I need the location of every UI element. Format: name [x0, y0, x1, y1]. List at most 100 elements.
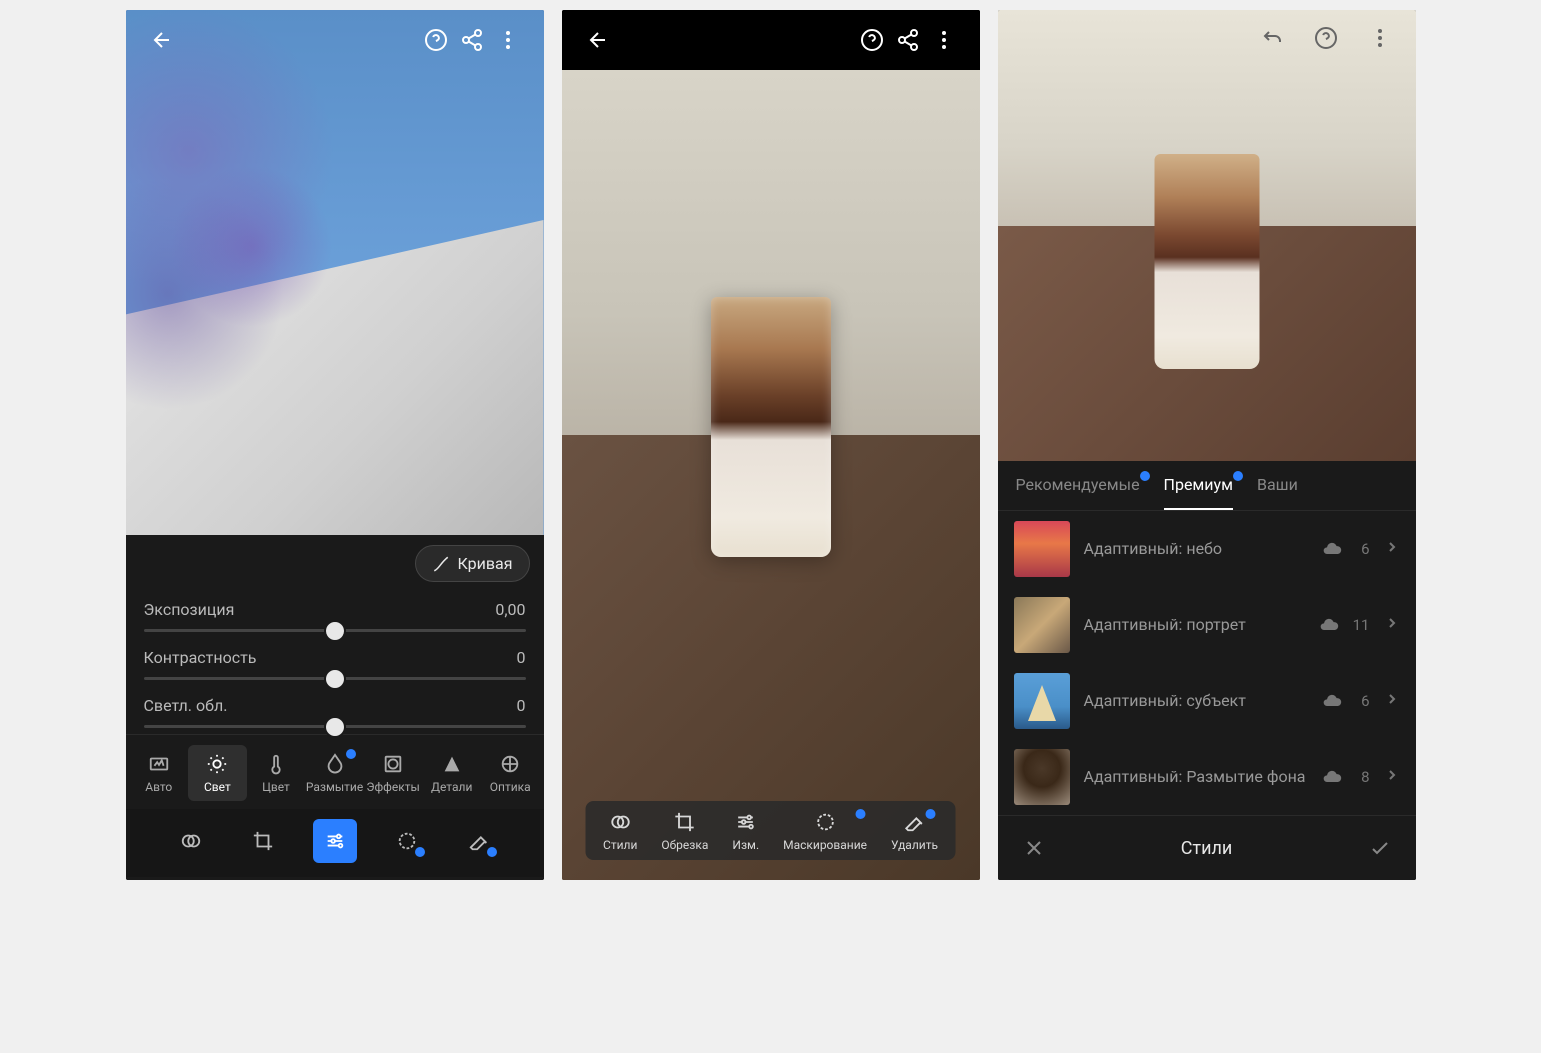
auto-icon — [148, 753, 170, 775]
panel-title: Стили — [1052, 838, 1362, 859]
lens-icon — [499, 753, 521, 775]
thermometer-icon — [265, 753, 287, 775]
triangle-icon — [441, 753, 463, 775]
close-button[interactable] — [1016, 830, 1052, 866]
preset-count: 11 — [1353, 616, 1370, 634]
circles-icon — [609, 811, 631, 833]
bottom-nav — [126, 809, 544, 877]
drop-icon — [324, 753, 346, 775]
slider-label: Контрастность — [144, 648, 257, 667]
tool-light[interactable]: Свет — [188, 745, 247, 801]
back-button[interactable] — [144, 22, 180, 58]
slider-contrast[interactable]: Контрастность 0 — [126, 638, 544, 686]
slider-exposure[interactable]: Экспозиция 0,00 — [126, 590, 544, 638]
presets-button[interactable] — [169, 819, 213, 863]
preset-thumbnail — [1014, 749, 1070, 805]
premium-badge — [346, 749, 356, 759]
preset-group-blur[interactable]: Адаптивный: Размытие фона 8 — [998, 739, 1416, 815]
preset-count: 6 — [1356, 540, 1370, 558]
tool-auto[interactable]: Авто — [130, 745, 189, 801]
tab-premium[interactable]: Премиум — [1164, 475, 1233, 510]
preset-label: Адаптивный: небо — [1084, 539, 1308, 560]
sliders-icon — [324, 830, 346, 852]
eraser-icon — [468, 830, 490, 852]
vignette-icon — [382, 753, 404, 775]
premium-badge — [415, 847, 425, 857]
share-icon[interactable] — [454, 22, 490, 58]
curves-label: Кривая — [458, 554, 513, 573]
undo-button[interactable] — [1254, 20, 1290, 56]
chevron-right-icon — [1384, 615, 1400, 635]
crop-icon — [674, 811, 696, 833]
help-icon[interactable] — [418, 22, 454, 58]
tab-recommended[interactable]: Рекомендуемые — [1016, 475, 1140, 510]
crop-button[interactable] — [241, 819, 285, 863]
tool-category-row: Авто Свет Цвет Размытие Эффекты Дета — [126, 734, 544, 809]
eraser-icon — [903, 811, 925, 833]
adjust-button[interactable] — [313, 819, 357, 863]
preset-thumbnail — [1014, 673, 1070, 729]
tool-adjust[interactable]: Изм. — [732, 811, 759, 852]
premium-badge — [487, 847, 497, 857]
presets-panel: Рекомендуемые Премиум Ваши Адаптивный: н… — [998, 461, 1416, 880]
preset-group-portrait[interactable]: Адаптивный: портрет 11 — [998, 587, 1416, 663]
more-icon[interactable] — [490, 22, 526, 58]
edit-controls: Кривая Экспозиция 0,00 Контрастность 0 С… — [126, 535, 544, 880]
blue-badge — [1140, 471, 1150, 481]
help-icon[interactable] — [854, 22, 890, 58]
photo-preview[interactable]: Стили Обрезка Изм. Маскирование Удалить — [562, 70, 980, 880]
curves-button[interactable]: Кривая — [415, 545, 530, 582]
chevron-right-icon — [1384, 691, 1400, 711]
preset-list: Адаптивный: небо 6 Адаптивный: портрет 1… — [998, 511, 1416, 815]
crop-icon — [252, 830, 274, 852]
tool-remove[interactable]: Удалить — [891, 811, 938, 852]
more-icon[interactable] — [926, 22, 962, 58]
slider-track[interactable] — [144, 629, 526, 632]
tool-crop[interactable]: Обрезка — [661, 811, 708, 852]
premium-badge — [926, 809, 936, 819]
tool-optics[interactable]: Оптика — [481, 745, 540, 801]
premium-badge — [855, 809, 865, 819]
preset-tabs: Рекомендуемые Премиум Ваши — [998, 461, 1416, 511]
tool-effects[interactable]: Эффекты — [364, 745, 423, 801]
slider-thumb[interactable] — [324, 668, 346, 690]
top-bar — [126, 10, 544, 70]
help-icon[interactable] — [1308, 20, 1344, 56]
tab-yours[interactable]: Ваши — [1257, 475, 1298, 510]
top-bar — [998, 10, 1416, 66]
preset-group-sky[interactable]: Адаптивный: небо 6 — [998, 511, 1416, 587]
photo-preview[interactable] — [126, 10, 544, 535]
slider-thumb[interactable] — [324, 716, 346, 738]
heal-button[interactable] — [457, 819, 501, 863]
preset-label: Адаптивный: субъект — [1084, 691, 1308, 712]
slider-track[interactable] — [144, 677, 526, 680]
blue-badge — [1233, 471, 1243, 481]
slider-value: 0 — [517, 648, 526, 667]
tool-color[interactable]: Цвет — [247, 745, 306, 801]
preset-count: 6 — [1356, 692, 1370, 710]
tool-presets[interactable]: Стили — [603, 811, 637, 852]
sliders-icon — [735, 811, 757, 833]
back-button[interactable] — [580, 22, 616, 58]
slider-value: 0,00 — [495, 600, 525, 619]
cloud-icon — [1319, 615, 1339, 635]
preset-count: 8 — [1356, 768, 1370, 786]
share-icon[interactable] — [890, 22, 926, 58]
photo-preview[interactable] — [998, 10, 1416, 461]
slider-thumb[interactable] — [324, 620, 346, 642]
more-icon[interactable] — [1362, 20, 1398, 56]
preset-label: Адаптивный: портрет — [1084, 615, 1305, 636]
tool-detail[interactable]: Детали — [422, 745, 481, 801]
preset-group-subject[interactable]: Адаптивный: субъект 6 — [998, 663, 1416, 739]
slider-highlights[interactable]: Светл. обл. 0 — [126, 686, 544, 734]
screen-edit-main: Стили Обрезка Изм. Маскирование Удалить — [562, 10, 980, 880]
mask-icon — [396, 830, 418, 852]
slider-track[interactable] — [144, 725, 526, 728]
screen-light-edit: Кривая Экспозиция 0,00 Контрастность 0 С… — [126, 10, 544, 880]
chevron-right-icon — [1384, 767, 1400, 787]
tool-masking[interactable]: Маскирование — [783, 811, 867, 852]
confirm-button[interactable] — [1362, 830, 1398, 866]
masking-button[interactable] — [385, 819, 429, 863]
tool-blur[interactable]: Размытие — [305, 745, 364, 801]
preset-thumbnail — [1014, 597, 1070, 653]
